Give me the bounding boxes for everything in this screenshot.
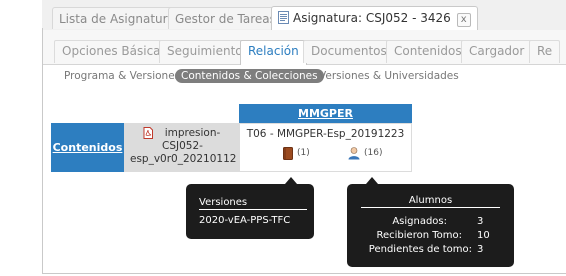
tab-label: Lista de Asignaturas <box>59 12 182 26</box>
subnav-label: Versiones & Universidades <box>319 70 459 82</box>
document-icon <box>278 11 289 24</box>
top-tab-bar: Lista de Asignaturas Gestor de Tareas As… <box>42 0 566 31</box>
tab-gestor-tareas[interactable]: Gestor de Tareas <box>168 7 283 29</box>
book-count: (1) <box>297 148 310 158</box>
tab-documentos[interactable]: Documentos <box>303 40 395 63</box>
close-icon[interactable]: x <box>456 13 471 27</box>
stat-value: 3 <box>477 244 484 255</box>
row-header-contenidos[interactable]: Contenidos <box>51 123 124 172</box>
tooltip-arrow <box>366 177 378 184</box>
tab-label: Opciones Básicas <box>62 44 167 58</box>
subnav-label: Contenidos & Colecciones <box>175 69 324 83</box>
subnav-versiones-universidades[interactable]: Versiones & Universidades <box>319 70 459 82</box>
tab-label: Re <box>537 44 553 58</box>
stat-label: Recibieron Tomo: <box>376 230 463 241</box>
tooltip-title: Versiones <box>199 197 307 210</box>
tab-label: Cargador <box>469 44 525 58</box>
user-icon[interactable] <box>347 146 361 160</box>
tab-seguimiento[interactable]: Seguimiento <box>159 40 251 63</box>
tab-label: Contenidos <box>394 44 462 58</box>
tooltip-value: 2020-vEA-PPS-TFC <box>199 215 291 226</box>
subnav-label: Programa & Versiones <box>64 70 181 82</box>
book-icon[interactable] <box>283 147 293 160</box>
stat-value: 3 <box>477 216 484 227</box>
tooltip-title: Alumnos <box>361 195 500 208</box>
file-name-line: esp_v0r0_20210112 <box>130 153 237 165</box>
content-border <box>42 28 43 274</box>
subnav-programa-versiones[interactable]: Programa & Versiones <box>64 70 180 82</box>
stat-label: Asignados: <box>392 216 447 227</box>
tab-label: Seguimiento <box>167 44 243 58</box>
file-link[interactable]: impresion- CSJ052- esp_v0r0_20210112 <box>130 127 237 166</box>
file-name-line: impresion- <box>164 127 221 139</box>
tab-relacion[interactable]: Relación <box>240 40 307 65</box>
tooltip-arrow <box>285 177 297 184</box>
tab-re[interactable]: Re <box>529 40 561 63</box>
tab-opciones-basicas[interactable]: Opciones Básicas <box>54 40 175 63</box>
tooltip-alumnos: Alumnos Asignados: 3 Recibieron Tomo: 10… <box>347 184 514 267</box>
tab-contenidos[interactable]: Contenidos <box>386 40 470 63</box>
tooltip-versiones: Versiones 2020-vEA-PPS-TFC <box>186 184 314 239</box>
file-name-line: CSJ052- <box>162 140 203 152</box>
column-header-mmgper[interactable]: MMGPER <box>239 104 412 123</box>
tab-label: Relación <box>248 44 299 58</box>
tab-cargador[interactable]: Cargador <box>461 40 533 63</box>
content-border <box>42 273 566 274</box>
stat-value: 10 <box>477 230 490 241</box>
stat-label: Pendientes de tomo: <box>368 244 472 255</box>
tab-label: Documentos <box>311 44 387 58</box>
tab-asignatura[interactable]: Asignatura: CSJ052 - 3426 x <box>271 6 478 31</box>
record-title[interactable]: T06 - MMGPER-Esp_20191223 <box>239 128 412 140</box>
section-tab-bar: Opciones Básicas Seguimiento Relación Do… <box>43 30 566 65</box>
subnav-contenidos-colecciones[interactable]: Contenidos & Colecciones <box>175 69 324 83</box>
tab-label: Gestor de Tareas <box>175 12 276 26</box>
user-count: (16) <box>364 148 383 158</box>
tab-label: Asignatura: CSJ052 - 3426 <box>293 11 451 25</box>
